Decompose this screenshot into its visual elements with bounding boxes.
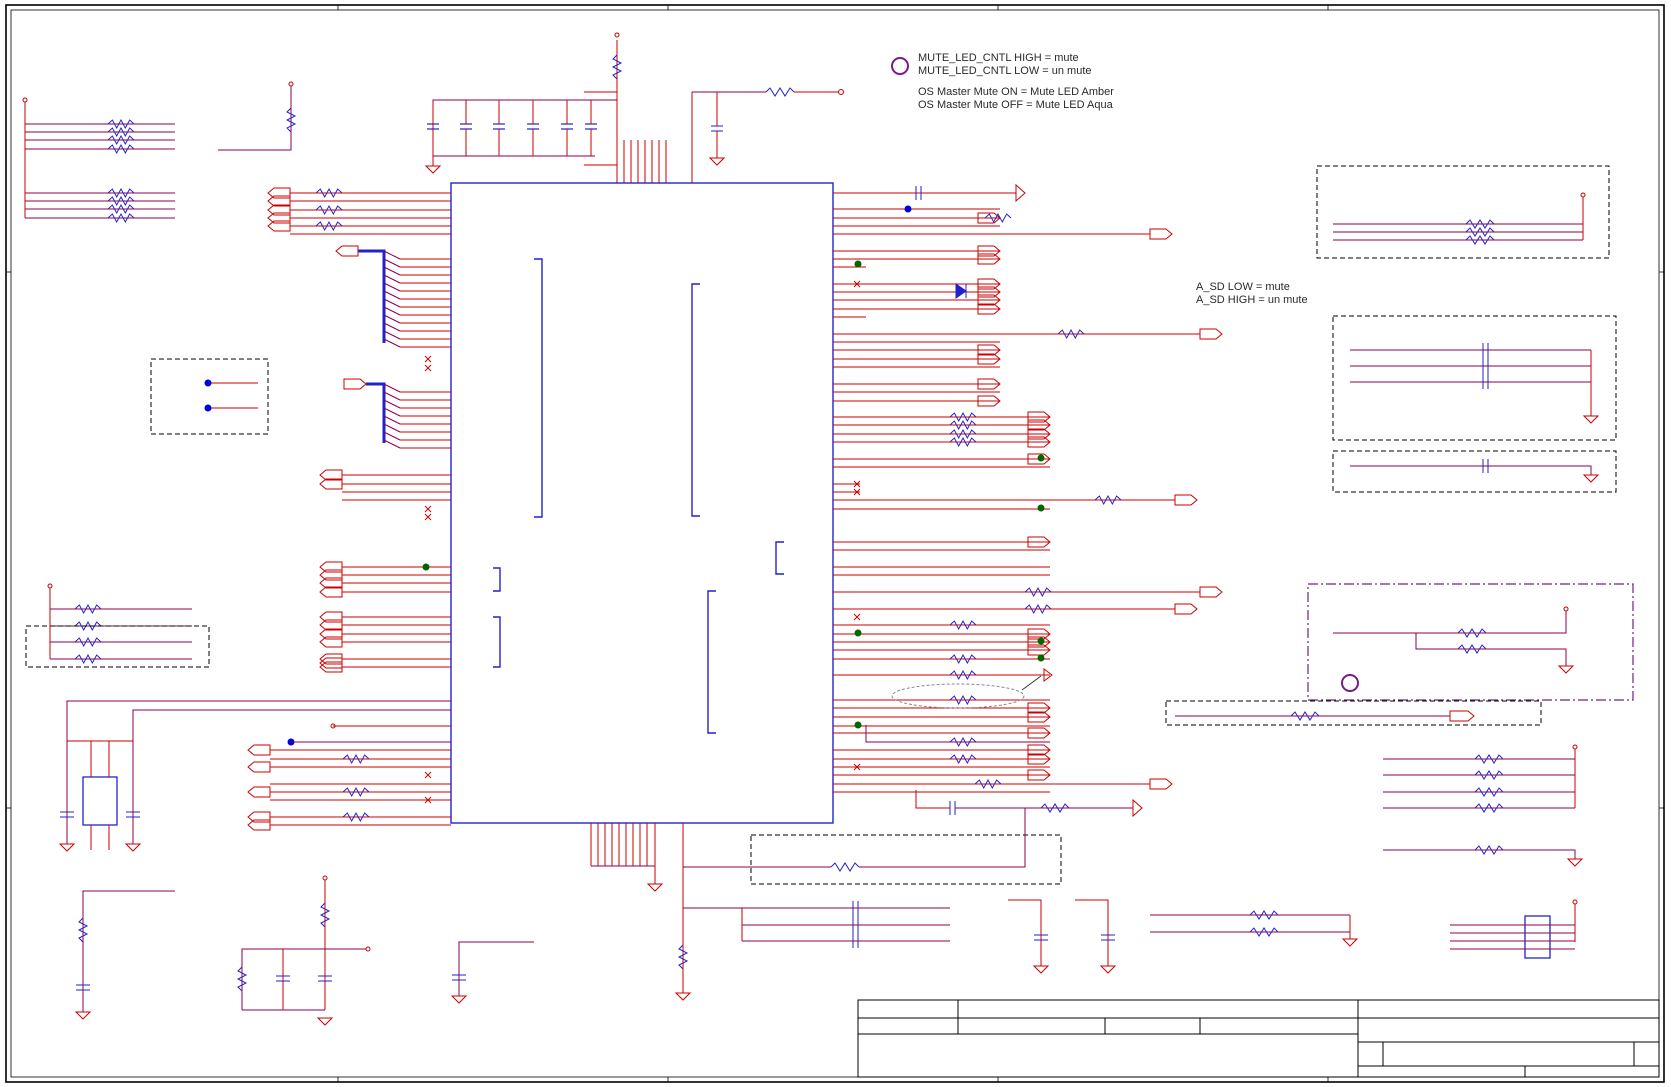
wire bbox=[383, 314, 401, 324]
wire bbox=[383, 439, 401, 449]
offpage-connector bbox=[247, 786, 271, 798]
schematic-sheet bbox=[5, 4, 1665, 1083]
bus-line bbox=[358, 249, 386, 343]
title-block bbox=[857, 999, 1660, 1078]
amp-shutdown-note-line: A_SD HIGH = un mute bbox=[1196, 294, 1308, 306]
offpage-connector bbox=[1174, 494, 1198, 506]
top-right-bypass bbox=[692, 87, 844, 166]
amp-shutdown-note-line: A_SD LOW = mute bbox=[1196, 281, 1290, 293]
mute-led-indicator bbox=[891, 57, 909, 75]
bottom-center-circuits bbox=[646, 808, 1359, 1001]
offpage-connector bbox=[1149, 778, 1173, 790]
mute-led-note-line: MUTE_LED_CNTL LOW = un mute bbox=[918, 65, 1092, 77]
mute-led-note: MUTE_LED_CNTL HIGH = mute MUTE_LED_CNTL … bbox=[918, 52, 1114, 112]
wire bbox=[383, 431, 401, 441]
wire bbox=[383, 298, 401, 308]
offpage-connector bbox=[1199, 328, 1223, 340]
junction-dot bbox=[1037, 454, 1045, 462]
wire bbox=[383, 415, 401, 425]
wire bbox=[383, 322, 401, 332]
wire bbox=[383, 258, 401, 268]
decoupling-cap-bank bbox=[424, 32, 623, 174]
wire bbox=[383, 274, 401, 284]
bottom-left-circuits bbox=[74, 875, 534, 1026]
offpage-connector bbox=[1149, 228, 1173, 240]
offpage-connector bbox=[1199, 586, 1223, 598]
generated-wiring bbox=[25, 118, 1223, 831]
wire bbox=[383, 330, 401, 340]
junction-dot bbox=[854, 721, 862, 729]
junction-dot bbox=[854, 260, 862, 268]
wire bbox=[383, 338, 401, 348]
wire bbox=[383, 383, 401, 393]
wire bbox=[383, 399, 401, 409]
wire bbox=[383, 391, 401, 401]
wire bbox=[383, 282, 401, 292]
wire bbox=[383, 306, 401, 316]
junction-dot bbox=[1037, 637, 1045, 645]
ic-bottom-pins bbox=[590, 823, 684, 983]
offpage-connector bbox=[319, 657, 343, 669]
wire bbox=[383, 423, 401, 433]
codec-ic bbox=[450, 92, 834, 983]
strap-box-left bbox=[150, 358, 269, 435]
junction-dot bbox=[904, 205, 912, 213]
pin-group-brackets bbox=[493, 258, 784, 734]
offpage-connector bbox=[247, 761, 271, 773]
offpage-connector bbox=[1174, 603, 1198, 615]
offpage-connector bbox=[343, 378, 367, 390]
wire bbox=[383, 250, 401, 260]
offpage-connector bbox=[335, 245, 359, 257]
junction-dot bbox=[854, 629, 862, 637]
offpage-connector bbox=[247, 744, 271, 756]
junction-dot bbox=[422, 563, 430, 571]
mute-led-note-line: OS Master Mute OFF = Mute LED Aqua bbox=[918, 99, 1113, 111]
mute-led-note-line: MUTE_LED_CNTL HIGH = mute bbox=[918, 52, 1079, 64]
routing-annotation-ellipse bbox=[891, 683, 1025, 709]
crystal-oscillator bbox=[58, 700, 451, 852]
amp-shutdown-note: A_SD LOW = mute A_SD HIGH = un mute bbox=[1196, 281, 1308, 307]
junction-dot bbox=[1037, 654, 1045, 662]
ic-top-pins bbox=[616, 92, 693, 183]
left-mid-resistor-group bbox=[25, 583, 210, 668]
mute-led-note-line: OS Master Mute ON = Mute LED Amber bbox=[918, 86, 1114, 98]
bus-line bbox=[366, 382, 386, 443]
wire bbox=[383, 266, 401, 276]
wire bbox=[383, 290, 401, 300]
wire bbox=[383, 407, 401, 417]
sheet-frame bbox=[5, 4, 1665, 1083]
junction-dot bbox=[1037, 504, 1045, 512]
top-left-resistor-packs bbox=[22, 81, 297, 218]
